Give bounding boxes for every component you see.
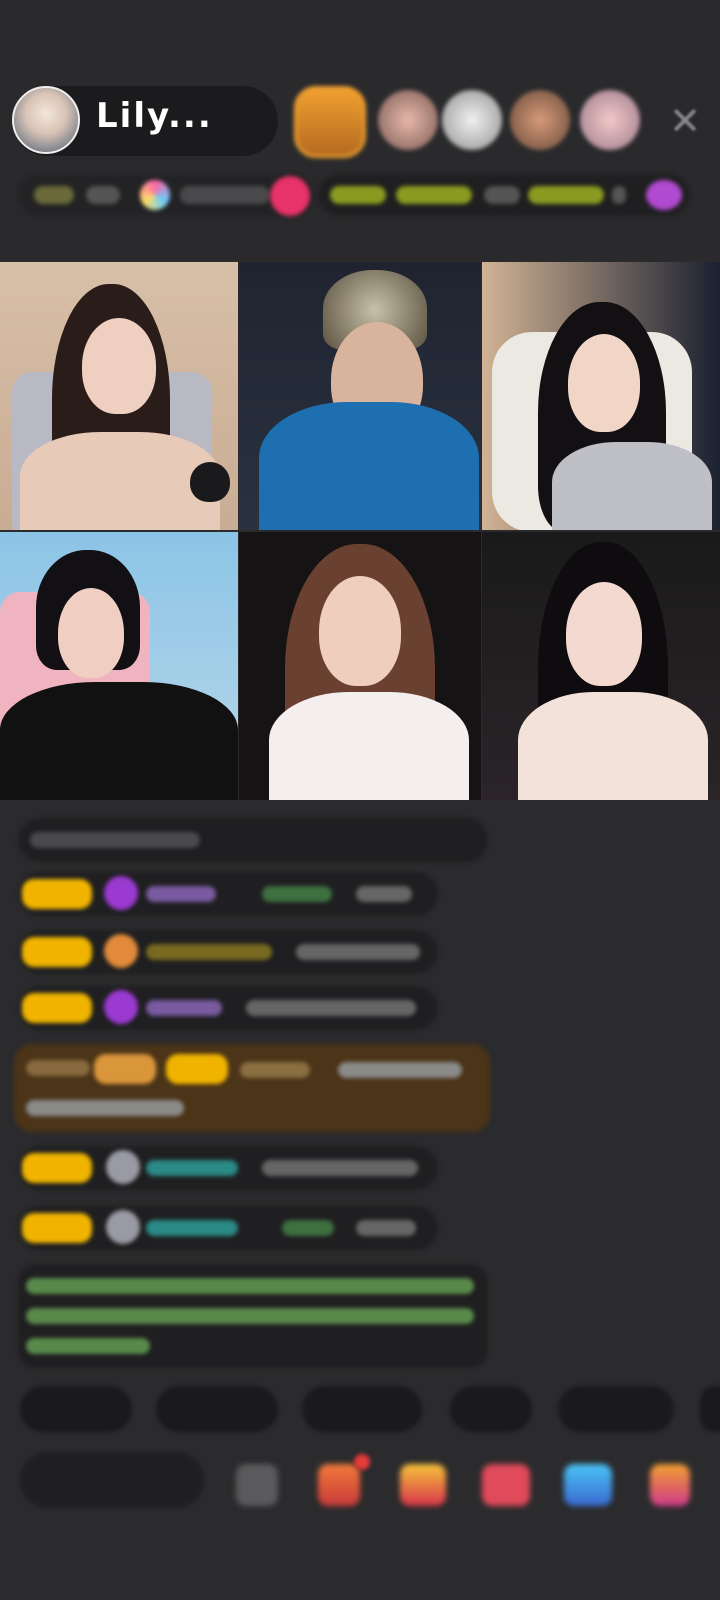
chat-text bbox=[296, 944, 420, 960]
torso bbox=[259, 402, 479, 530]
activity-chip bbox=[330, 186, 386, 204]
rank-chip bbox=[180, 186, 270, 204]
chat-text bbox=[262, 886, 332, 902]
torso bbox=[552, 442, 712, 530]
quick-reply[interactable] bbox=[450, 1386, 532, 1432]
gift-icon[interactable] bbox=[650, 1464, 690, 1506]
rank-chip bbox=[34, 186, 74, 204]
torso bbox=[269, 692, 469, 800]
badge-icon bbox=[646, 180, 682, 210]
chat-text bbox=[146, 1000, 222, 1016]
chat-text bbox=[356, 886, 412, 902]
gift-box-icon[interactable] bbox=[482, 1464, 530, 1506]
video-tile[interactable] bbox=[0, 532, 238, 800]
viewer-avatar[interactable] bbox=[294, 86, 366, 158]
chat-text bbox=[262, 1160, 418, 1176]
chat-text bbox=[30, 832, 200, 848]
face bbox=[82, 318, 156, 414]
diamond-icon bbox=[104, 990, 138, 1024]
diamond-icon bbox=[140, 180, 170, 210]
chat-text bbox=[26, 1100, 184, 1116]
level-badge bbox=[166, 1054, 228, 1084]
quick-reply[interactable] bbox=[558, 1386, 674, 1432]
host-name[interactable]: Lily... bbox=[96, 96, 213, 136]
chat-text bbox=[338, 1062, 462, 1078]
chat-text bbox=[240, 1062, 310, 1078]
video-tile[interactable] bbox=[482, 262, 720, 530]
chat-text bbox=[282, 1220, 334, 1236]
quick-reply[interactable] bbox=[302, 1386, 422, 1432]
video-tile[interactable] bbox=[239, 532, 481, 800]
notice-text bbox=[26, 1308, 474, 1324]
close-icon[interactable]: ✕ bbox=[664, 100, 706, 142]
user-avatar bbox=[106, 1150, 140, 1184]
viewer-avatar[interactable] bbox=[510, 90, 570, 150]
fans-club-icon[interactable] bbox=[318, 1464, 360, 1506]
level-badge bbox=[22, 937, 92, 967]
face bbox=[319, 576, 401, 686]
activity-chip bbox=[396, 186, 472, 204]
notice-text bbox=[26, 1338, 150, 1354]
user-avatar bbox=[106, 1210, 140, 1244]
torso bbox=[0, 682, 238, 800]
chat-text bbox=[356, 1220, 416, 1236]
level-badge bbox=[22, 993, 92, 1023]
video-tile[interactable] bbox=[239, 262, 481, 530]
face bbox=[568, 334, 640, 432]
viewer-avatar[interactable] bbox=[442, 90, 502, 150]
comment-input[interactable] bbox=[20, 1452, 204, 1508]
chat-text bbox=[246, 1000, 416, 1016]
chat-text bbox=[146, 886, 216, 902]
activity-chip bbox=[612, 186, 626, 204]
host-avatar[interactable] bbox=[12, 86, 80, 154]
video-tile[interactable] bbox=[482, 532, 720, 800]
quick-reply[interactable] bbox=[20, 1386, 132, 1432]
more-icon[interactable] bbox=[236, 1464, 278, 1506]
microphone bbox=[190, 462, 230, 502]
level-badge bbox=[22, 1213, 92, 1243]
diamond-icon bbox=[104, 876, 138, 910]
face bbox=[58, 588, 124, 678]
video-grid bbox=[0, 262, 720, 802]
video-tile[interactable] bbox=[0, 262, 238, 530]
lottery-icon[interactable] bbox=[400, 1464, 446, 1506]
notification-dot bbox=[354, 1454, 370, 1470]
level-badge bbox=[22, 1153, 92, 1183]
gift-message bbox=[14, 1044, 490, 1132]
quick-reply[interactable] bbox=[156, 1386, 278, 1432]
level-badge bbox=[22, 879, 92, 909]
chat-text bbox=[146, 1160, 238, 1176]
viewer-avatar[interactable] bbox=[580, 90, 640, 150]
notice-text bbox=[26, 1278, 474, 1294]
fan-icon bbox=[104, 934, 138, 968]
face bbox=[566, 582, 642, 686]
torso bbox=[518, 692, 708, 800]
quick-reply[interactable] bbox=[700, 1386, 720, 1432]
gift-icon[interactable] bbox=[270, 176, 310, 216]
rank-chip bbox=[86, 186, 120, 204]
activity-chip bbox=[528, 186, 604, 204]
activity-chip bbox=[484, 186, 520, 204]
chat-text bbox=[146, 944, 272, 960]
gift-badge bbox=[94, 1054, 156, 1084]
chat-text bbox=[26, 1060, 90, 1076]
chat-text bbox=[146, 1220, 238, 1236]
game-icon[interactable] bbox=[564, 1464, 612, 1506]
viewer-avatar[interactable] bbox=[378, 90, 438, 150]
